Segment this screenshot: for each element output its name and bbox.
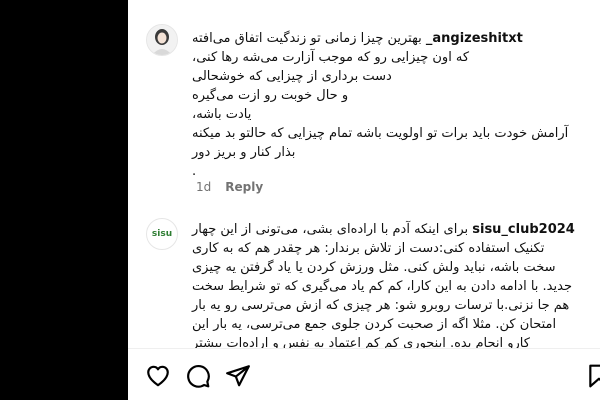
save-button[interactable] <box>586 363 600 389</box>
like-button[interactable] <box>145 363 171 389</box>
avatar-logo: sisu <box>151 229 173 239</box>
comment-line: بذار کنار و بریز دور <box>192 145 296 160</box>
avatar[interactable]: sisu <box>146 218 178 250</box>
share-button[interactable] <box>225 363 251 389</box>
comment-line: آرامش خودت باید برات تو اولویت باشه تمام… <box>192 126 569 141</box>
share-icon <box>226 365 250 387</box>
comment-timestamp: 1d <box>196 180 212 194</box>
comment-meta: 1d Reply <box>196 180 263 194</box>
action-bar <box>128 348 600 400</box>
comment-line: یادت باشه، <box>192 107 252 122</box>
comment-line: امتحان کن. مثلا اگه از صحبت کردن جلوی جم… <box>192 317 557 332</box>
comment-button[interactable] <box>185 363 211 389</box>
comment-line: . <box>192 164 197 179</box>
avatar[interactable] <box>146 24 178 56</box>
comment-line: سخت باشه، نباید ولش کنی. مثل ورزش کردن ی… <box>192 260 556 275</box>
comment-line: هم جا نزنی.با ترسات روبرو شو: هر چیزی که… <box>192 298 570 313</box>
comment-username[interactable]: _angizeshitxt <box>426 31 523 46</box>
comment-line: دست برداری از چیزایی که خوشحالی <box>192 69 392 84</box>
comment-line: جدید. با ادامه دادن به این کارا، کم کم ی… <box>192 279 572 294</box>
comment-text: _angizeshitxt بهترین چیزا زمانی تو زندگی… <box>192 29 576 181</box>
comment-first-line: sisu_club2024 برای اینکه آدم با اراده‌ای… <box>192 222 575 237</box>
comments-panel: _angizeshitxt بهترین چیزا زمانی تو زندگی… <box>128 0 600 400</box>
comment-icon <box>187 365 210 388</box>
save-icon <box>589 364 600 388</box>
comment-line: و حال خوبت رو ازت می‌گیره <box>192 88 349 103</box>
avatar-image <box>147 25 177 55</box>
reply-button[interactable]: Reply <box>225 180 263 194</box>
comment-line: تکنیک استفاده کنی:دست از تلاش برندار: هر… <box>192 241 545 256</box>
comment-username[interactable]: sisu_club2024 <box>472 222 575 237</box>
comment-text: sisu_club2024 برای اینکه آدم با اراده‌ای… <box>192 220 576 353</box>
comment-line: که اون چیزایی رو که موجب آزارت می‌شه رها… <box>192 50 470 65</box>
like-icon <box>147 365 169 387</box>
comment-first-line: _angizeshitxt بهترین چیزا زمانی تو زندگی… <box>192 31 523 46</box>
